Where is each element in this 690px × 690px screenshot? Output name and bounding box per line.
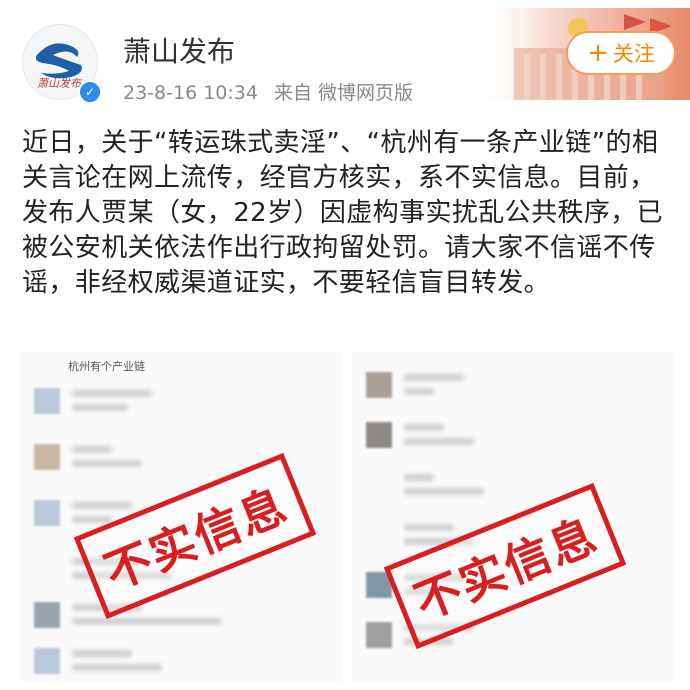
blurred-avatar bbox=[366, 422, 392, 448]
follow-label: 关注 bbox=[612, 42, 655, 66]
blurred-avatar bbox=[366, 622, 392, 648]
verified-icon: ✓ bbox=[78, 80, 102, 104]
post-timestamp[interactable]: 23-8-16 10:34 bbox=[123, 82, 258, 104]
post-source: 来自 微博网页版 bbox=[274, 82, 414, 104]
list-item bbox=[30, 596, 332, 642]
list-item bbox=[362, 366, 664, 412]
blurred-avatar bbox=[34, 388, 60, 414]
list-item bbox=[362, 466, 664, 512]
avatar[interactable]: 萧山发布 ✓ bbox=[22, 24, 104, 106]
post-image-right[interactable]: 不实信息 bbox=[352, 352, 674, 682]
list-item bbox=[30, 642, 332, 682]
blurred-avatar bbox=[34, 648, 60, 674]
image-caption: 杭州有个产业链 bbox=[68, 360, 145, 373]
list-item bbox=[362, 416, 664, 462]
post-body-text: 近日，关于“转运珠式卖淫”、“杭州有一条产业链”的相关言论在网上流传，经官方核实… bbox=[22, 128, 664, 298]
blurred-avatar bbox=[34, 602, 60, 628]
account-name[interactable]: 萧山发布 bbox=[123, 30, 235, 70]
plus-icon: + bbox=[587, 38, 609, 68]
blurred-avatar bbox=[34, 444, 60, 470]
blurred-avatar bbox=[34, 500, 60, 526]
post-meta: 23-8-16 10:34 来自 微博网页版 bbox=[123, 78, 413, 105]
avatar-logo-text: 萧山发布 bbox=[37, 77, 81, 90]
post-image-left[interactable]: 杭州有个产业链 不实信息 bbox=[20, 352, 342, 682]
blurred-avatar bbox=[366, 372, 392, 398]
follow-button[interactable]: + 关注 bbox=[566, 31, 676, 75]
list-item bbox=[30, 382, 332, 428]
